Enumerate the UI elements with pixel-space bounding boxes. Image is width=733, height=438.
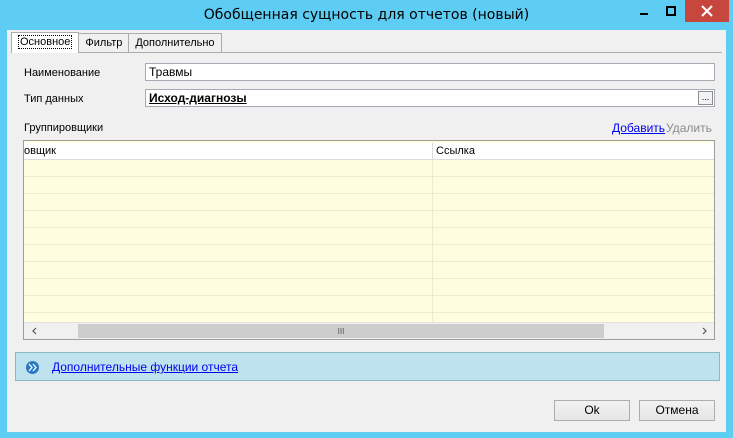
cancel-button[interactable]: Отмена [639,400,715,421]
close-icon [701,5,713,17]
tab-additional[interactable]: Дополнительно [128,33,222,52]
minimize-icon [639,13,648,15]
window-title: Обобщенная сущность для отчетов (новый) [203,7,530,23]
scroll-right-button[interactable] [695,323,712,339]
add-grouper-link[interactable]: Добавить [612,121,665,135]
title-bar[interactable]: Обобщенная сущность для отчетов (новый) [0,0,733,30]
column-header-grouper[interactable]: овщик [24,143,429,160]
horizontal-scrollbar[interactable]: III [24,322,714,339]
table-row [24,177,714,194]
table-row [24,279,714,296]
tab-main[interactable]: Основное [11,32,80,53]
maximize-button[interactable] [657,0,684,22]
minimize-button[interactable] [630,0,657,22]
dialog-window: Обобщенная сущность для отчетов (новый) … [0,0,733,438]
datatype-label: Тип данных [24,93,84,105]
groupers-label: Группировщики [24,122,104,134]
extra-functions-link[interactable]: Дополнительные функции отчета [52,360,238,374]
extra-functions-bar: Дополнительные функции отчета [15,352,720,381]
datatype-browse-button[interactable]: ... [698,91,713,105]
scroll-thumb[interactable]: III [78,324,604,338]
name-label: Наименование [24,67,101,79]
datatype-field[interactable]: Исход-диагнозы [145,89,715,107]
scroll-left-button[interactable] [26,323,43,339]
double-chevron-glyph [28,363,37,372]
table-row [24,245,714,262]
double-chevron-icon[interactable] [26,361,39,374]
table-row [24,296,714,313]
table-row [24,160,714,177]
table-row [24,211,714,228]
tab-divider [11,52,722,53]
grid-header: овщик Ссылка [24,143,714,160]
chevron-left-icon [31,327,36,335]
table-row [24,262,714,279]
delete-grouper-link[interactable]: Удалить [666,121,712,135]
tab-strip: Основное Фильтр Дополнительно [11,32,222,53]
tab-additional-label: Дополнительно [135,37,215,49]
tab-filter[interactable]: Фильтр [78,33,130,52]
close-button[interactable] [685,0,729,22]
table-row [24,194,714,211]
name-field[interactable]: Травмы [145,63,715,81]
column-header-link[interactable]: Ссылка [433,143,714,160]
dialog-client-area: Основное Фильтр Дополнительно Наименован… [7,30,726,432]
scroll-thumb-grip: III [337,326,345,336]
maximize-icon [665,6,676,16]
column-gridline [432,160,433,325]
chevron-right-icon [702,327,707,335]
tab-main-label: Основное [18,35,73,49]
table-row [24,228,714,245]
tab-filter-label: Фильтр [85,37,123,49]
groupers-grid[interactable]: овщик Ссылка III [23,140,715,340]
ok-button[interactable]: Ok [554,400,630,421]
